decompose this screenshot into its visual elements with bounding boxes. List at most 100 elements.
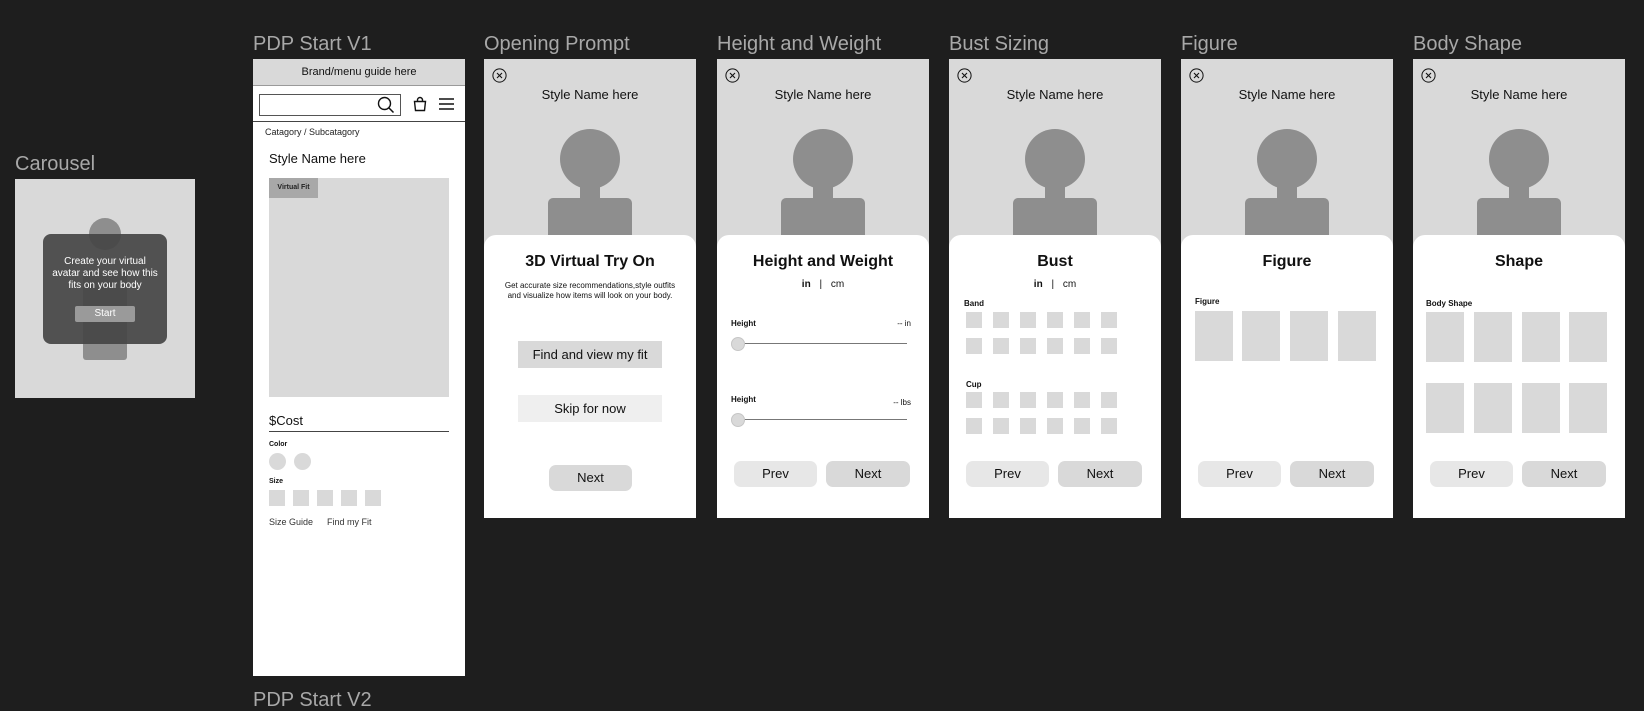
frame-label-figure: Figure	[1181, 33, 1238, 55]
height-slider-handle[interactable]	[731, 337, 745, 351]
prev-button[interactable]: Prev	[734, 461, 817, 487]
prev-button[interactable]: Prev	[1198, 461, 1281, 487]
cup-option[interactable]	[1020, 392, 1036, 408]
cost-divider	[269, 431, 449, 432]
size-guide-link[interactable]: Size Guide	[269, 517, 313, 527]
unit-cm-option[interactable]: cm	[1063, 279, 1076, 290]
cup-option[interactable]	[966, 418, 982, 434]
avatar-head	[1257, 129, 1317, 189]
figure-option[interactable]	[1290, 311, 1328, 361]
sheet-title: 3D Virtual Try On	[525, 253, 655, 270]
bottom-sheet: Bust in | cm Band Cup Prev Next	[949, 235, 1161, 518]
search-icon[interactable]	[377, 96, 395, 114]
next-button[interactable]: Next	[826, 461, 910, 487]
next-button[interactable]: Next	[1290, 461, 1374, 487]
size-option[interactable]	[269, 490, 285, 506]
band-option[interactable]	[1047, 312, 1063, 328]
cup-option[interactable]	[993, 418, 1009, 434]
breadcrumb[interactable]: Catagory / Subcatagory	[265, 127, 360, 137]
close-icon[interactable]	[957, 68, 972, 83]
body-shape-option[interactable]	[1569, 312, 1607, 362]
bottom-sheet: Height and Weight in | cm Height -- in H…	[717, 235, 929, 518]
next-button[interactable]: Next	[1058, 461, 1142, 487]
figure-option[interactable]	[1338, 311, 1376, 361]
band-option[interactable]	[1101, 338, 1117, 354]
sheet-title: Shape	[1494, 253, 1543, 270]
skip-button[interactable]: Skip for now	[518, 395, 662, 422]
body-shape-option[interactable]	[1426, 312, 1464, 362]
find-my-fit-link[interactable]: Find my Fit	[327, 517, 372, 527]
prev-button[interactable]: Prev	[1430, 461, 1513, 487]
unit-in-option[interactable]: in	[802, 279, 811, 290]
band-option[interactable]	[1074, 312, 1090, 328]
size-option[interactable]	[293, 490, 309, 506]
cup-option[interactable]	[1101, 392, 1117, 408]
next-button[interactable]: Next	[1522, 461, 1606, 487]
height-slider-track[interactable]	[737, 343, 907, 344]
close-icon[interactable]	[1189, 68, 1204, 83]
cup-option[interactable]	[1074, 392, 1090, 408]
frame-label-pdp-v2: PDP Start V2	[253, 689, 372, 711]
body-shape-option[interactable]	[1569, 383, 1607, 433]
close-icon[interactable]	[492, 68, 507, 83]
cup-option[interactable]	[1074, 418, 1090, 434]
menu-icon[interactable]	[438, 97, 455, 111]
unit-toggle: in | cm	[949, 279, 1161, 290]
body-shape-section-label: Body Shape	[1426, 299, 1473, 308]
color-swatch[interactable]	[269, 453, 286, 470]
cup-option[interactable]	[1101, 418, 1117, 434]
band-option[interactable]	[993, 338, 1009, 354]
brand-menu-bar: Brand/menu guide here	[253, 59, 465, 86]
band-option[interactable]	[966, 338, 982, 354]
frame-label-body-shape: Body Shape	[1413, 33, 1522, 55]
band-option[interactable]	[1020, 338, 1036, 354]
prev-button[interactable]: Prev	[966, 461, 1049, 487]
size-option[interactable]	[365, 490, 381, 506]
header-divider	[253, 121, 465, 122]
weight-slider-track[interactable]	[737, 419, 907, 420]
frame-label-pdp-v1: PDP Start V1	[253, 33, 372, 55]
avatar-head	[1489, 129, 1549, 189]
cup-option[interactable]	[1020, 418, 1036, 434]
style-name: Style Name here	[1470, 87, 1568, 102]
style-name: Style Name here	[269, 151, 366, 166]
find-fit-button[interactable]: Find and view my fit	[518, 341, 662, 368]
height-weight-screen: Style Name here Height and Weight in | c…	[717, 59, 929, 518]
figure-option[interactable]	[1195, 311, 1233, 361]
band-option[interactable]	[966, 312, 982, 328]
body-shape-option[interactable]	[1522, 383, 1560, 433]
close-icon[interactable]	[1421, 68, 1436, 83]
unit-cm-option[interactable]: cm	[831, 279, 844, 290]
weight-slider-handle[interactable]	[731, 413, 745, 427]
next-button[interactable]: Next	[549, 465, 632, 491]
figure-option[interactable]	[1242, 311, 1280, 361]
band-option[interactable]	[1020, 312, 1036, 328]
body-shape-option[interactable]	[1474, 312, 1512, 362]
bottom-sheet: Shape Body Shape Prev Next	[1413, 235, 1625, 518]
cup-option[interactable]	[1047, 418, 1063, 434]
cup-option[interactable]	[1047, 392, 1063, 408]
size-option[interactable]	[317, 490, 333, 506]
body-shape-option[interactable]	[1474, 383, 1512, 433]
band-option[interactable]	[1101, 312, 1117, 328]
band-option[interactable]	[1074, 338, 1090, 354]
body-shape-option[interactable]	[1522, 312, 1560, 362]
size-option[interactable]	[341, 490, 357, 506]
cup-option[interactable]	[966, 392, 982, 408]
frame-label-opening: Opening Prompt	[484, 33, 630, 55]
unit-in-option[interactable]: in	[1034, 279, 1043, 290]
close-icon[interactable]	[725, 68, 740, 83]
cup-option[interactable]	[993, 392, 1009, 408]
shopping-bag-icon[interactable]	[412, 96, 428, 112]
band-option[interactable]	[993, 312, 1009, 328]
color-swatch[interactable]	[294, 453, 311, 470]
band-option[interactable]	[1047, 338, 1063, 354]
body-shape-option[interactable]	[1426, 383, 1464, 433]
virtual-fit-badge[interactable]: Virtual Fit	[269, 178, 318, 198]
height-value: -- in	[897, 319, 911, 328]
pdp-frame: Brand/menu guide here Catagory / Subcata…	[253, 59, 465, 676]
avatar-neck	[1045, 183, 1065, 199]
start-button[interactable]: Start	[75, 306, 135, 322]
weight-label: Height	[731, 395, 756, 404]
avatar-prompt-text: Create your virtual avatar and see how t…	[52, 256, 158, 291]
